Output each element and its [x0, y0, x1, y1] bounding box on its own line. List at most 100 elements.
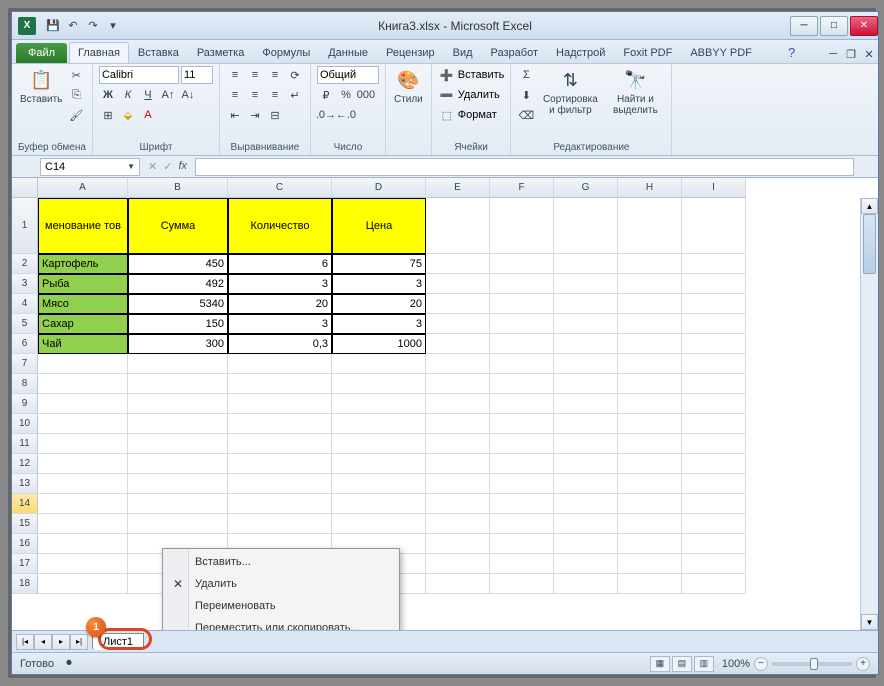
- paste-button[interactable]: 📋 Вставить: [18, 66, 64, 107]
- cell[interactable]: [490, 314, 554, 334]
- cell[interactable]: [38, 514, 128, 534]
- align-top-icon[interactable]: ≡: [226, 66, 244, 84]
- styles-button[interactable]: 🎨 Стили: [392, 66, 425, 107]
- cell[interactable]: [426, 434, 490, 454]
- cell[interactable]: [490, 454, 554, 474]
- doc-minimize-icon[interactable]: ─: [824, 45, 842, 63]
- column-header[interactable]: F: [490, 178, 554, 198]
- inc-decimal-icon[interactable]: .0→: [317, 106, 335, 124]
- cell[interactable]: [490, 494, 554, 514]
- cell[interactable]: [38, 474, 128, 494]
- cell[interactable]: [618, 374, 682, 394]
- align-left-icon[interactable]: ≡: [226, 86, 244, 104]
- cell[interactable]: [332, 374, 426, 394]
- row-header[interactable]: 17: [12, 554, 38, 574]
- cell[interactable]: [682, 574, 746, 594]
- cell[interactable]: [554, 514, 618, 534]
- zoom-slider[interactable]: [772, 662, 852, 666]
- column-header[interactable]: I: [682, 178, 746, 198]
- cell[interactable]: [682, 334, 746, 354]
- cell[interactable]: [38, 454, 128, 474]
- cell[interactable]: [554, 394, 618, 414]
- cell[interactable]: [490, 274, 554, 294]
- cell[interactable]: [490, 474, 554, 494]
- sheet-nav-last-icon[interactable]: ▸|: [70, 634, 88, 650]
- cell[interactable]: [332, 434, 426, 454]
- row-header[interactable]: 3: [12, 274, 38, 294]
- cell[interactable]: [618, 534, 682, 554]
- context-menu-item[interactable]: Вставить...: [165, 551, 397, 573]
- qat-save-icon[interactable]: 💾: [44, 17, 62, 35]
- cell[interactable]: [228, 494, 332, 514]
- cell[interactable]: [554, 574, 618, 594]
- tab-review[interactable]: Рецензир: [377, 42, 444, 63]
- cell[interactable]: [682, 254, 746, 274]
- tab-developer[interactable]: Разработ: [482, 42, 547, 63]
- sheet-nav-first-icon[interactable]: |◂: [16, 634, 34, 650]
- fill-color-icon[interactable]: ⬙: [119, 106, 137, 124]
- cell[interactable]: 0,3: [228, 334, 332, 354]
- scroll-up-icon[interactable]: ▲: [861, 198, 878, 214]
- clear-icon[interactable]: ⌫: [517, 106, 535, 124]
- cell[interactable]: [228, 374, 332, 394]
- cell[interactable]: 75: [332, 254, 426, 274]
- column-header[interactable]: C: [228, 178, 332, 198]
- copy-icon[interactable]: ⎘: [67, 86, 85, 104]
- cell[interactable]: [128, 474, 228, 494]
- sheet-nav-next-icon[interactable]: ▸: [52, 634, 70, 650]
- cell[interactable]: [682, 514, 746, 534]
- row-header[interactable]: 4: [12, 294, 38, 314]
- cell[interactable]: 1000: [332, 334, 426, 354]
- cell[interactable]: [228, 514, 332, 534]
- font-size-select[interactable]: [181, 66, 213, 84]
- cell[interactable]: [682, 494, 746, 514]
- context-menu-item[interactable]: Переместить или скопировать...: [165, 617, 397, 630]
- shrink-font-icon[interactable]: A↓: [179, 86, 197, 104]
- cell[interactable]: [228, 414, 332, 434]
- spreadsheet-grid[interactable]: 123456789101112131415161718 ABCDEFGHI ме…: [12, 178, 878, 630]
- sort-filter-button[interactable]: ⇅ Сортировка и фильтр: [538, 66, 602, 118]
- cell[interactable]: [128, 374, 228, 394]
- cell[interactable]: [332, 394, 426, 414]
- cell[interactable]: [490, 514, 554, 534]
- cell[interactable]: [426, 454, 490, 474]
- cell[interactable]: [38, 394, 128, 414]
- cell[interactable]: [618, 274, 682, 294]
- cell[interactable]: [682, 294, 746, 314]
- cell[interactable]: 20: [332, 294, 426, 314]
- merge-icon[interactable]: ⊟: [266, 106, 284, 124]
- cell[interactable]: [618, 434, 682, 454]
- cell[interactable]: [426, 294, 490, 314]
- format-painter-icon[interactable]: 🖌: [67, 106, 85, 124]
- column-header[interactable]: A: [38, 178, 128, 198]
- cell[interactable]: 492: [128, 274, 228, 294]
- qat-dropdown-icon[interactable]: ▾: [104, 17, 122, 35]
- cell[interactable]: [426, 574, 490, 594]
- cell[interactable]: 5340: [128, 294, 228, 314]
- cell[interactable]: [38, 574, 128, 594]
- align-middle-icon[interactable]: ≡: [246, 66, 264, 84]
- cell[interactable]: Картофель: [38, 254, 128, 274]
- fx-icon[interactable]: fx: [178, 160, 187, 173]
- cell[interactable]: [128, 394, 228, 414]
- row-header[interactable]: 9: [12, 394, 38, 414]
- cell[interactable]: [554, 294, 618, 314]
- cell[interactable]: [618, 574, 682, 594]
- formula-input[interactable]: [195, 158, 854, 176]
- cell[interactable]: [682, 554, 746, 574]
- column-header[interactable]: H: [618, 178, 682, 198]
- cell[interactable]: [618, 474, 682, 494]
- cell[interactable]: [682, 198, 746, 254]
- cell[interactable]: [554, 354, 618, 374]
- cell[interactable]: 450: [128, 254, 228, 274]
- macro-record-icon[interactable]: ⏺: [60, 655, 78, 673]
- cell[interactable]: [426, 354, 490, 374]
- normal-view-icon[interactable]: ▦: [650, 656, 670, 672]
- cell[interactable]: [426, 534, 490, 554]
- vertical-scrollbar[interactable]: ▲ ▼: [860, 198, 878, 630]
- cell[interactable]: [332, 354, 426, 374]
- font-name-select[interactable]: [99, 66, 179, 84]
- cell[interactable]: [554, 314, 618, 334]
- cell[interactable]: Сахар: [38, 314, 128, 334]
- align-center-icon[interactable]: ≡: [246, 86, 264, 104]
